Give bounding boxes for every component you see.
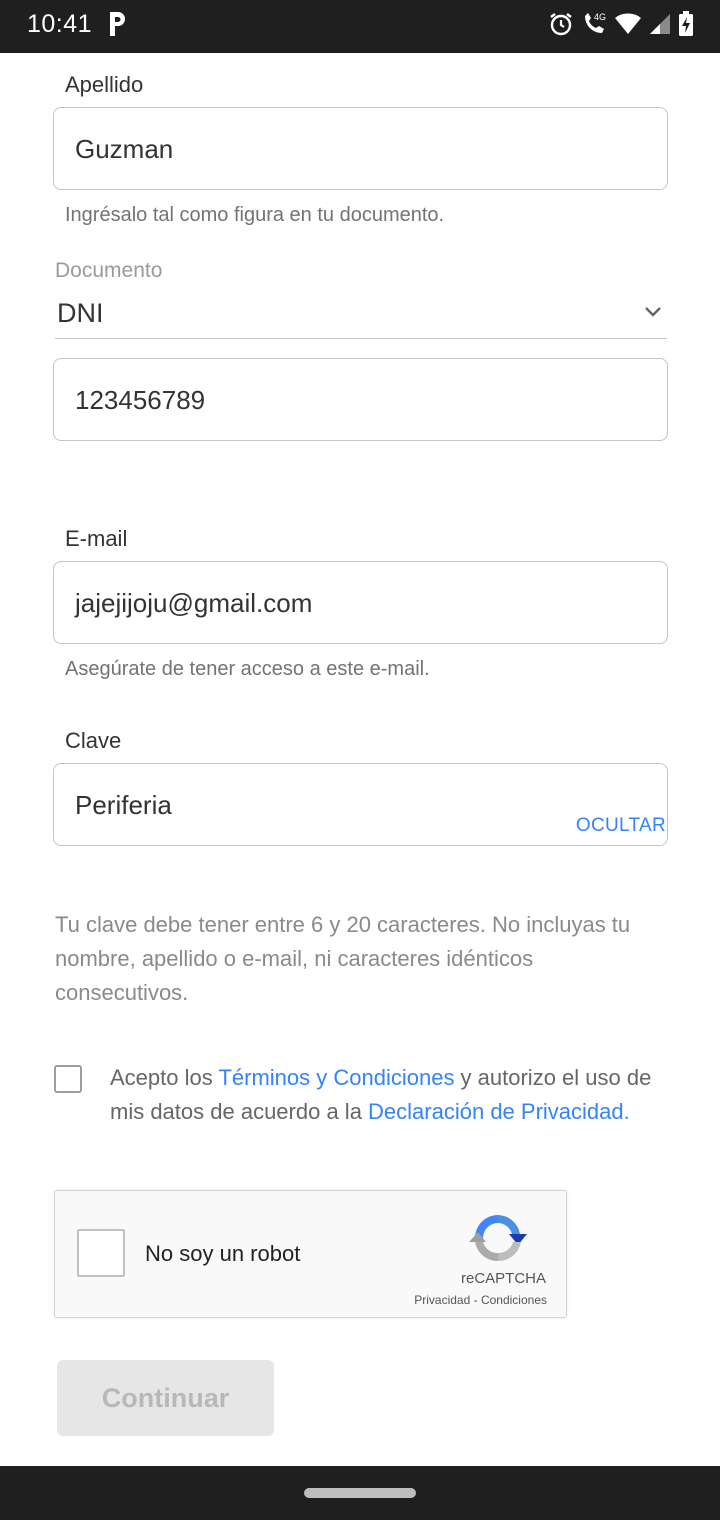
recaptcha-brand: reCAPTCHA — [460, 1270, 546, 1287]
recaptcha-checkbox[interactable] — [77, 1229, 125, 1277]
privacy-declaration-link[interactable]: Declaración de Privacidad — [368, 1099, 624, 1124]
document-number-value: 123456789 — [75, 385, 206, 415]
home-gesture-handle[interactable] — [304, 1488, 416, 1498]
chevron-down-icon — [645, 307, 661, 317]
svg-text:4G: 4G — [594, 12, 606, 22]
p-app-icon — [110, 12, 125, 36]
status-icons: 4G — [548, 9, 694, 39]
terms-checkbox[interactable] — [54, 1065, 82, 1093]
recaptcha-terms-link[interactable]: Condiciones — [481, 1293, 547, 1307]
email-label: E-mail — [65, 526, 128, 551]
navigation-bar — [0, 1466, 720, 1520]
last-name-hint: Ingrésalo tal como figura en tu document… — [65, 204, 445, 226]
terms-conditions-link[interactable]: Términos y Condiciones — [218, 1065, 454, 1090]
recaptcha-widget: No soy un robot reCAPTCHA Privacidad - C… — [54, 1190, 567, 1318]
terms-text-part-3: . — [623, 1099, 630, 1124]
status-bar: 10:41 4G — [0, 0, 720, 53]
last-name-value: Guzman — [75, 134, 174, 164]
alarm-icon — [550, 13, 572, 36]
document-type-label: Documento — [55, 259, 163, 282]
recaptcha-links: Privacidad - Condiciones — [414, 1293, 547, 1307]
continue-button[interactable]: Continuar — [57, 1360, 274, 1436]
recaptcha-privacy-link[interactable]: Privacidad — [414, 1293, 470, 1307]
battery-charging-icon — [679, 11, 693, 36]
last-name-label: Apellido — [65, 72, 144, 97]
document-type-select[interactable]: DNI — [55, 288, 667, 339]
recaptcha-logo-icon — [469, 1215, 527, 1262]
document-type-value: DNI — [57, 298, 104, 328]
status-time: 10:41 — [27, 10, 93, 38]
hide-password-button[interactable]: OCULTAR — [576, 815, 666, 837]
wifi-icon — [615, 13, 641, 34]
last-name-input[interactable]: Guzman — [53, 107, 668, 190]
cell-signal-icon — [650, 14, 670, 34]
terms-text: Acepto los Términos y Condiciones y auto… — [110, 1061, 670, 1129]
email-hint: Asegúrate de tener acceso a este e-mail. — [65, 658, 430, 680]
email-input[interactable]: jajejijoju@gmail.com — [53, 561, 668, 644]
email-value: jajejijoju@gmail.com — [75, 588, 313, 618]
document-number-input[interactable]: 123456789 — [53, 358, 668, 441]
recaptcha-label: No soy un robot — [145, 1241, 301, 1266]
password-rules: Tu clave debe tener entre 6 y 20 caracte… — [55, 912, 631, 1005]
password-value: Periferia — [75, 790, 172, 820]
wifi-calling-4g-icon: 4G — [585, 12, 606, 33]
recaptcha-links-separator: - — [470, 1293, 481, 1307]
password-label: Clave — [65, 728, 122, 753]
terms-text-part-1: Acepto los — [110, 1065, 219, 1090]
